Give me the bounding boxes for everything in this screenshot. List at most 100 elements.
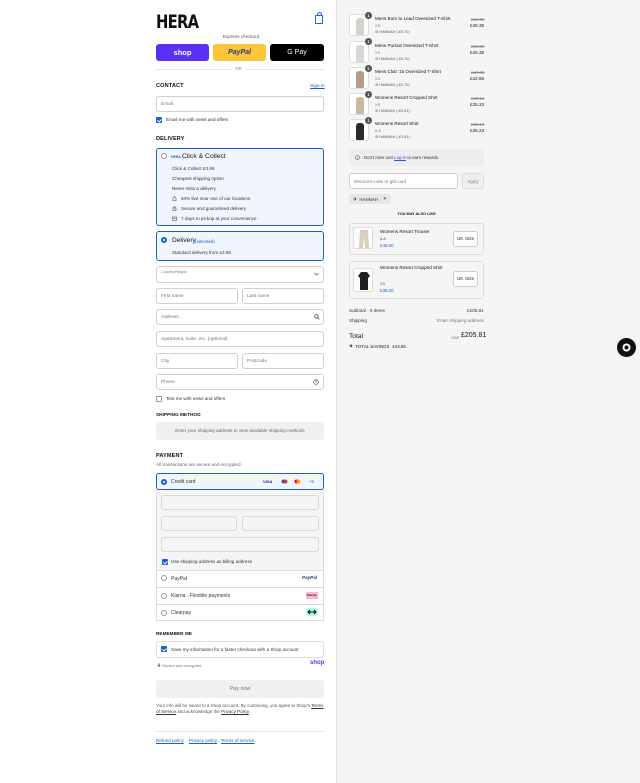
klarna-logo: Klarna. [306,592,318,599]
card-cvc-field[interactable] [242,516,319,531]
cc-feature-3: 7 days to pickup at your convenience [181,216,257,221]
privacy-policy-link[interactable]: Privacy policy [189,738,217,743]
click-collect-title: Click & Collect [182,153,226,160]
card-expiry-field[interactable] [161,516,237,531]
card-name-field[interactable] [161,537,319,552]
last-name-field[interactable]: Last name [242,288,324,304]
cart-item-5-size: 6-8 [375,128,381,133]
click-collect-radio[interactable] [161,153,167,159]
city-field[interactable]: City [156,353,238,369]
cc-price-line: Click & Collect £3.99 [172,166,215,171]
order-summary-column [336,0,640,783]
shop-logo: shop [310,660,325,666]
country-label: Country/Region [161,270,188,274]
contact-heading: CONTACT [156,83,184,89]
cart-item-1-qty: 1 [365,12,372,19]
store-logo[interactable]: HERA [156,11,199,33]
savings-value: £23.85 [392,343,406,349]
delivery-option[interactable] [156,231,324,261]
save-info-checkbox[interactable] [161,646,167,652]
email-news-label: Email me with news and offers [166,117,229,122]
paypal-label: PayPal [171,576,187,582]
cart-item-3-discount-text: HANNAH (-£4.70) [379,83,410,87]
email-news-checkbox[interactable] [156,117,162,123]
address-field[interactable]: Address [156,309,324,325]
pay-now-button[interactable]: Pay now [156,680,324,698]
remove-discount-icon[interactable]: ✕ [383,196,387,202]
privacy-link[interactable]: Privacy Policy [221,709,249,714]
cart-item-4-size: XS [375,102,381,107]
shipping-method-heading: SHIPPING METHOD [156,412,201,417]
cart-item-4-discount: ⊘ HANNAH (-£3.91) [375,109,410,113]
cart-item-2-discount: ⊘ HANNAH (-£5.70) [375,57,410,61]
total-value: £205.81 [461,332,487,339]
rec-2-size: XS [380,281,386,286]
cc-feature-1: 94% live near one of our locations [181,196,251,201]
paypal-logo: PayPal [302,575,318,580]
email-field[interactable]: Email [156,96,324,112]
apply-discount-button[interactable]: Apply [462,173,484,189]
cart-item-2-qty: 1 [365,38,372,45]
cc-feature-2: Secure and guaranteed delivery [181,206,247,211]
chat-widget-button[interactable] [617,338,636,357]
save-info-label: Save my information for a faster checkou… [171,647,299,652]
cart-item-1-price: £46.35 [470,23,485,28]
cart-item-3-old-price: £47.35 [471,70,485,75]
paypal-button[interactable]: PayPal [213,44,266,61]
country-select[interactable]: Country/Region [156,266,324,283]
legal-notice: Your info will be saved to a Shop accoun… [156,703,324,716]
tag-icon: ⬗ [353,196,357,201]
shopping-bag-icon[interactable] [315,12,323,24]
clearpay-radio[interactable] [161,610,167,616]
secure-encrypted-label: Secure and encrypted [162,663,202,668]
text-news-label: Text me with news and offers [166,396,226,401]
rewards-login-link[interactable]: Log in [394,155,406,160]
first-name-field[interactable]: First name [156,288,238,304]
cart-item-5-discount: ⊘ HANNAH (-£3.91) [375,135,410,139]
rec-2-size-select[interactable]: UK Size [453,271,478,287]
delivery-radio[interactable] [161,237,167,243]
or-divider-label: OR [232,66,245,71]
visa-icon: VISA [263,479,273,484]
credit-card-radio[interactable] [161,479,167,485]
remember-me-heading: REMEMBER ME [156,631,193,636]
rec-1-image [353,227,373,249]
discount-code-field[interactable]: Discount code or gift card [349,173,458,189]
search-icon [314,314,320,320]
help-circle-icon[interactable] [313,379,319,385]
shop-pay-button[interactable]: shop [156,44,209,61]
google-pay-button[interactable]: G Pay [270,44,324,61]
cart-item-2-discount-text: HANNAH (-£5.70) [379,57,410,61]
cart-item-5-qty: 1 [365,117,372,124]
info-icon [355,155,360,160]
shipping-label: Shipping [349,318,367,323]
mastercard-icon [294,479,301,484]
cart-item-1-discount-text: HANNAH (-£5.70) [379,30,410,34]
location-icon [172,196,177,201]
maestro-icon [281,479,288,484]
checkout-form-column: HERA Express checkout shop PayPal G Pay … [0,0,336,783]
phone-field[interactable]: Phone [156,374,324,390]
payment-heading: PAYMENT [156,453,184,459]
sign-in-link[interactable]: Sign in [310,84,325,89]
legal-text-2: and acknowledge the [177,709,220,715]
total-label: Total [349,333,363,340]
postcode-field[interactable]: Postcode [242,353,324,369]
secure-lock-icon [157,663,161,667]
klarna-label: Klarna - Flexible payments [171,593,231,599]
paypal-radio[interactable] [161,575,167,581]
rec-1-size-select[interactable]: UK Size [453,231,478,247]
apartment-field[interactable]: Apartment, suite, etc. (optional) [156,331,324,347]
currency-label: GBP [451,335,460,340]
cc-cheapest-line: Cheapest shipping option [172,176,224,181]
text-news-checkbox[interactable] [156,396,162,402]
cart-item-4-old-price: £39.14 [471,96,485,101]
card-number-field[interactable] [161,495,319,510]
billing-address-checkbox[interactable] [162,559,168,565]
cart-item-5-name: Womens Resort Shirt [375,121,419,126]
refund-policy-link[interactable]: Refund policy [156,738,184,743]
lock-icon [172,206,177,211]
klarna-radio[interactable] [161,593,167,599]
cart-item-4-name: Womens Resort Cropped Shirt [375,95,438,100]
terms-of-service-link[interactable]: Terms of service [221,738,254,743]
